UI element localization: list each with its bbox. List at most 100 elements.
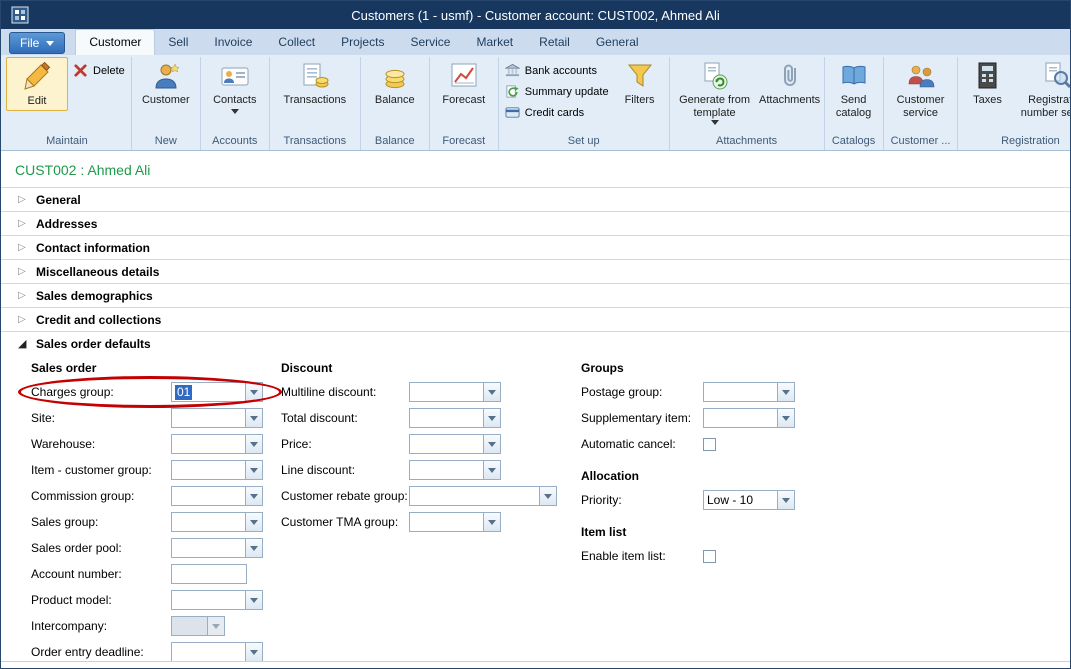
registration-search-icon bbox=[1042, 61, 1070, 91]
contacts-button[interactable]: Contacts bbox=[204, 57, 266, 116]
sales-order-pool-dropdown-icon[interactable] bbox=[245, 538, 263, 558]
item-customer-group-label: Item - customer group: bbox=[31, 463, 171, 477]
section-sales-order-defaults[interactable]: ◢ Sales order defaults bbox=[1, 331, 1070, 355]
tab-retail[interactable]: Retail bbox=[526, 30, 583, 55]
order-entry-deadline-dropdown-icon[interactable] bbox=[245, 642, 263, 662]
total-discount-combo[interactable] bbox=[409, 408, 501, 428]
section-credit-and-collections[interactable]: ▷ Credit and collections bbox=[1, 307, 1070, 331]
tab-general[interactable]: General bbox=[583, 30, 652, 55]
commission-group-combo[interactable] bbox=[171, 486, 263, 506]
item-customer-group-value[interactable] bbox=[171, 460, 245, 480]
product-model-dropdown-icon[interactable] bbox=[245, 590, 263, 610]
section-general[interactable]: ▷ General bbox=[1, 187, 1070, 211]
supplementary-item-dropdown-icon[interactable] bbox=[777, 408, 795, 428]
site-dropdown-icon[interactable] bbox=[245, 408, 263, 428]
warehouse-combo[interactable] bbox=[171, 434, 263, 454]
customer-rebate-group-value[interactable] bbox=[409, 486, 539, 506]
section-contact-information[interactable]: ▷ Contact information bbox=[1, 235, 1070, 259]
customer-service-button[interactable]: Customer service bbox=[890, 57, 952, 121]
charges-group-dropdown-icon[interactable] bbox=[245, 382, 263, 402]
line-discount-dropdown-icon[interactable] bbox=[483, 460, 501, 480]
summary-update-label: Summary update bbox=[525, 86, 609, 98]
priority-combo[interactable]: Low - 10 bbox=[703, 490, 795, 510]
line-discount-value[interactable] bbox=[409, 460, 483, 480]
total-discount-dropdown-icon[interactable] bbox=[483, 408, 501, 428]
postage-group-value[interactable] bbox=[703, 382, 777, 402]
credit-cards-button[interactable]: Credit cards bbox=[502, 103, 612, 122]
postage-group-combo[interactable] bbox=[703, 382, 795, 402]
balance-button[interactable]: Balance bbox=[364, 57, 426, 109]
postage-group-dropdown-icon[interactable] bbox=[777, 382, 795, 402]
charges-group-combo[interactable]: 01 bbox=[171, 382, 263, 402]
supplementary-item-value[interactable] bbox=[703, 408, 777, 428]
customer-rebate-group-dropdown-icon[interactable] bbox=[539, 486, 557, 506]
tab-collect[interactable]: Collect bbox=[265, 30, 328, 55]
site-combo[interactable] bbox=[171, 408, 263, 428]
warehouse-value[interactable] bbox=[171, 434, 245, 454]
delete-button[interactable]: Delete bbox=[70, 61, 128, 80]
price-value[interactable] bbox=[409, 434, 483, 454]
commission-group-dropdown-icon[interactable] bbox=[245, 486, 263, 506]
customer-tma-group-combo[interactable] bbox=[409, 512, 501, 532]
customer-button[interactable]: Customer bbox=[135, 57, 197, 109]
section-miscellaneous-details[interactable]: ▷ Miscellaneous details bbox=[1, 259, 1070, 283]
multiline-discount-value[interactable] bbox=[409, 382, 483, 402]
transactions-label: Transactions bbox=[284, 94, 347, 107]
item-customer-group-dropdown-icon[interactable] bbox=[245, 460, 263, 480]
filters-button[interactable]: Filters bbox=[614, 57, 666, 109]
customer-rebate-group-combo[interactable] bbox=[409, 486, 557, 506]
field-sales-order-pool: Sales order pool: bbox=[31, 535, 281, 561]
charges-group-value[interactable]: 01 bbox=[171, 382, 245, 402]
sales-group-value[interactable] bbox=[171, 512, 245, 532]
section-sales-demographics[interactable]: ▷ Sales demographics bbox=[1, 283, 1070, 307]
credit-cards-icon bbox=[505, 105, 520, 120]
send-catalog-button[interactable]: Send catalog bbox=[828, 57, 880, 121]
order-entry-deadline-value[interactable] bbox=[171, 642, 245, 662]
tab-invoice[interactable]: Invoice bbox=[201, 30, 265, 55]
line-discount-combo[interactable] bbox=[409, 460, 501, 480]
field-priority: Priority: Low - 10 bbox=[581, 487, 911, 513]
warehouse-dropdown-icon[interactable] bbox=[245, 434, 263, 454]
price-dropdown-icon[interactable] bbox=[483, 434, 501, 454]
tab-service[interactable]: Service bbox=[397, 30, 463, 55]
tab-projects[interactable]: Projects bbox=[328, 30, 397, 55]
sales-order-pool-combo[interactable] bbox=[171, 538, 263, 558]
order-entry-deadline-combo[interactable] bbox=[171, 642, 263, 662]
customer-tma-group-value[interactable] bbox=[409, 512, 483, 532]
multiline-discount-combo[interactable] bbox=[409, 382, 501, 402]
commission-group-value[interactable] bbox=[171, 486, 245, 506]
generate-from-template-button[interactable]: Generate from template bbox=[673, 57, 757, 127]
item-customer-group-combo[interactable] bbox=[171, 460, 263, 480]
tab-market[interactable]: Market bbox=[463, 30, 526, 55]
edit-button[interactable]: Edit bbox=[6, 57, 68, 111]
tab-sell[interactable]: Sell bbox=[155, 30, 201, 55]
summary-update-button[interactable]: Summary update bbox=[502, 82, 612, 101]
account-number-input[interactable] bbox=[171, 564, 247, 584]
transactions-button[interactable]: Transactions bbox=[273, 57, 357, 109]
taxes-button[interactable]: Taxes bbox=[961, 57, 1013, 109]
sales-group-label: Sales group: bbox=[31, 515, 171, 529]
priority-dropdown-icon[interactable] bbox=[777, 490, 795, 510]
bank-accounts-button[interactable]: Bank accounts bbox=[502, 61, 612, 80]
multiline-discount-dropdown-icon[interactable] bbox=[483, 382, 501, 402]
automatic-cancel-checkbox[interactable] bbox=[703, 438, 716, 451]
product-model-value[interactable] bbox=[171, 590, 245, 610]
enable-item-list-checkbox[interactable] bbox=[703, 550, 716, 563]
forecast-button[interactable]: Forecast bbox=[433, 57, 495, 109]
sales-group-dropdown-icon[interactable] bbox=[245, 512, 263, 532]
sales-order-pool-value[interactable] bbox=[171, 538, 245, 558]
file-menu-button[interactable]: File bbox=[9, 32, 65, 54]
section-addresses[interactable]: ▷ Addresses bbox=[1, 211, 1070, 235]
priority-value[interactable]: Low - 10 bbox=[703, 490, 777, 510]
price-combo[interactable] bbox=[409, 434, 501, 454]
supplementary-item-combo[interactable] bbox=[703, 408, 795, 428]
customer-tma-group-dropdown-icon[interactable] bbox=[483, 512, 501, 532]
total-discount-value[interactable] bbox=[409, 408, 483, 428]
tab-customer[interactable]: Customer bbox=[75, 29, 155, 55]
product-model-combo[interactable] bbox=[171, 590, 263, 610]
registration-number-search-button[interactable]: Registration number search bbox=[1015, 57, 1070, 121]
section-sales-demographics-label: Sales demographics bbox=[36, 289, 153, 303]
site-value[interactable] bbox=[171, 408, 245, 428]
attachments-button[interactable]: Attachments bbox=[759, 57, 821, 109]
sales-group-combo[interactable] bbox=[171, 512, 263, 532]
